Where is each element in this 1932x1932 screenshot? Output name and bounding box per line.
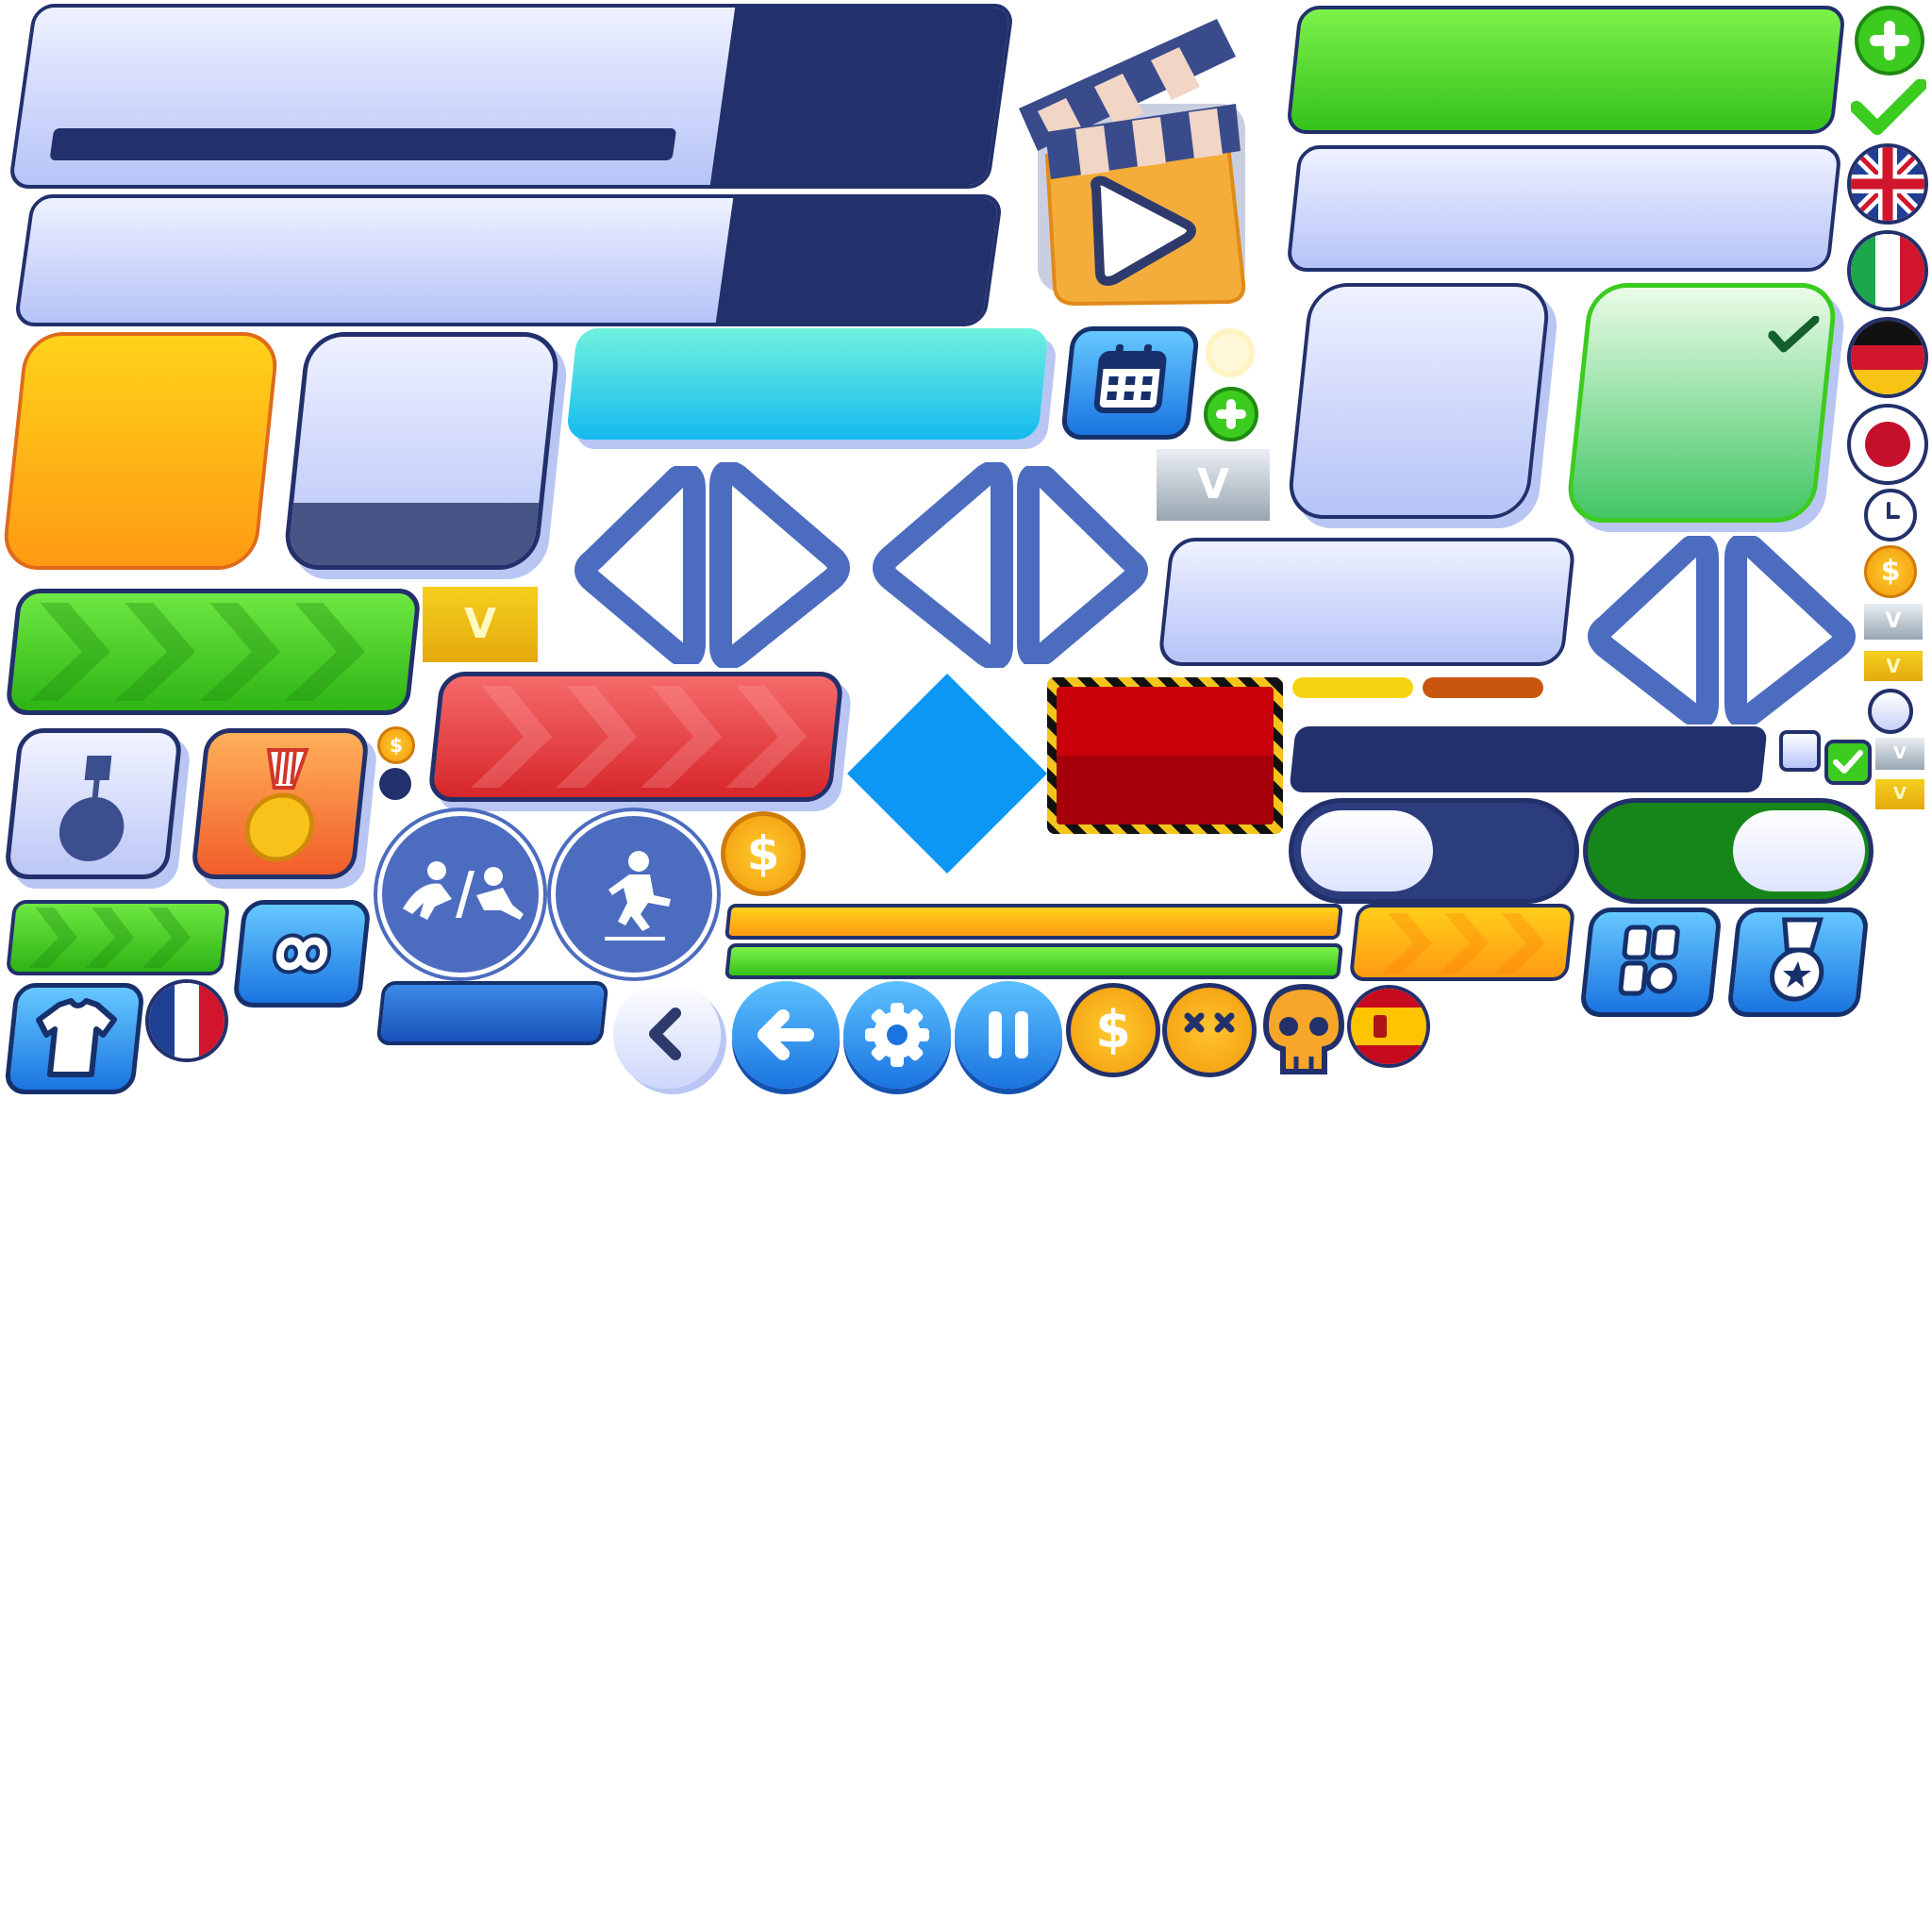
- dollar-coin-icon: $: [1864, 545, 1917, 598]
- gear-button[interactable]: [843, 981, 951, 1089]
- flag-uk-icon[interactable]: [1847, 143, 1928, 225]
- silver-card-small-icon: V: [1875, 738, 1924, 770]
- back-chevron-button[interactable]: [613, 981, 721, 1089]
- gold-card-small-icon: V: [1875, 779, 1924, 809]
- award-button[interactable]: [1725, 908, 1871, 1017]
- silver-card-icon: V: [1864, 604, 1923, 640]
- arrow-right-icon[interactable]: [1017, 466, 1158, 664]
- plus-small-icon[interactable]: [1204, 387, 1258, 441]
- clock-icon: [1864, 489, 1917, 541]
- lavender-wide-panel: [1157, 538, 1577, 666]
- flag-japan-icon[interactable]: [1847, 404, 1928, 485]
- shirt-button[interactable]: [3, 983, 146, 1094]
- skull-icon: [1258, 981, 1349, 1085]
- arrow-left-icon[interactable]: [1577, 536, 1719, 724]
- dollar-coin-large-icon: $: [721, 811, 806, 896]
- radio-empty-icon[interactable]: [1868, 689, 1913, 734]
- calendar-icon-button[interactable]: [1059, 326, 1201, 440]
- orange-square-button[interactable]: [0, 332, 281, 570]
- arrow-right-icon[interactable]: [709, 462, 860, 668]
- flag-italy-icon[interactable]: [1847, 230, 1928, 311]
- green-progress-bar: [724, 943, 1343, 979]
- arrow-right-icon[interactable]: [1724, 536, 1866, 724]
- checkbox-empty[interactable]: [1779, 730, 1821, 772]
- flag-france-icon[interactable]: [145, 979, 228, 1062]
- silver-card-large-icon: V: [1157, 449, 1270, 521]
- checkmark-icon: [1851, 79, 1926, 138]
- orange-chevron-button[interactable]: [1348, 904, 1576, 981]
- back-arrow-button[interactable]: [732, 981, 840, 1089]
- crawl-slide-button[interactable]: [377, 811, 543, 977]
- toggle-off[interactable]: [1289, 798, 1579, 904]
- red-chevron-button[interactable]: [426, 672, 845, 802]
- flag-germany-icon[interactable]: [1847, 317, 1928, 398]
- dollar-coin-button[interactable]: $: [1066, 983, 1160, 1077]
- small-dot-icon: [1211, 334, 1249, 372]
- lavender-tile-button[interactable]: [1285, 283, 1553, 519]
- dead-face-icon: [1162, 983, 1257, 1077]
- dollar-coin-small-icon: $: [377, 726, 415, 764]
- title-panel-large: [0, 0, 1028, 198]
- medal-tile[interactable]: [3, 728, 184, 879]
- gold-card-icon: V: [1864, 651, 1923, 681]
- jump-button[interactable]: [551, 811, 717, 977]
- cyan-bar-button[interactable]: [565, 328, 1050, 440]
- toggle-on[interactable]: [1583, 798, 1874, 904]
- checkbox-checked[interactable]: [1824, 740, 1872, 785]
- gold-medal-tile[interactable]: [190, 728, 371, 879]
- orange-progress-bar: [724, 904, 1343, 940]
- grid-menu-button[interactable]: [1578, 908, 1724, 1017]
- plus-icon[interactable]: [1855, 6, 1924, 75]
- green-chevron-small-button[interactable]: [5, 900, 231, 975]
- lavender-bar-panel: [1285, 145, 1843, 272]
- blue-diamond-icon: [847, 674, 1047, 874]
- gold-card-large-icon: V: [423, 587, 538, 662]
- arrow-left-icon[interactable]: [862, 462, 1013, 668]
- infinity-button[interactable]: [232, 900, 372, 1008]
- orange-pill: [1423, 677, 1543, 698]
- green-tile-selected[interactable]: [1564, 283, 1840, 523]
- flag-spain-icon[interactable]: [1347, 985, 1430, 1068]
- lavender-square-button[interactable]: [281, 332, 562, 570]
- green-bar-button[interactable]: [1285, 6, 1847, 134]
- title-panel: [0, 189, 1019, 330]
- navy-bar-panel: [1289, 726, 1768, 792]
- clapperboard-play-icon: [1009, 0, 1283, 321]
- navy-dot-icon: [379, 768, 411, 800]
- pause-button[interactable]: [955, 981, 1062, 1089]
- hazard-warning-panel: [1047, 677, 1283, 834]
- green-chevron-button[interactable]: [4, 589, 423, 715]
- arrow-left-icon[interactable]: [564, 466, 706, 664]
- blue-pill-button[interactable]: [375, 981, 609, 1045]
- yellow-pill: [1292, 677, 1413, 698]
